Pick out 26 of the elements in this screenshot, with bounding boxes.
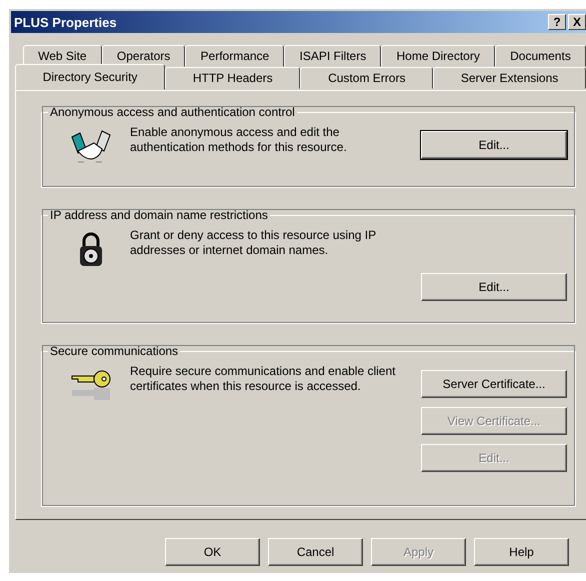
tab[interactable]: Home Directory xyxy=(381,45,495,67)
tab[interactable]: ISAPI Filters xyxy=(284,45,382,67)
dialog-button[interactable]: OK xyxy=(165,538,260,566)
tab[interactable]: Directory Security xyxy=(15,64,166,90)
help-button[interactable]: ? xyxy=(548,14,566,30)
window-title: PLUS Properties xyxy=(14,14,117,30)
tab[interactable]: Documents xyxy=(494,45,586,67)
group-title: Secure communications xyxy=(49,344,180,358)
handshake-icon xyxy=(70,129,112,165)
action-button[interactable]: Edit... xyxy=(421,131,567,159)
dialog-button[interactable]: Help xyxy=(474,538,569,566)
tab[interactable]: Performance xyxy=(185,45,284,67)
close-button[interactable]: X xyxy=(568,14,586,30)
group-title: IP address and domain name restrictions xyxy=(49,208,269,222)
tab[interactable]: Server Extensions xyxy=(433,67,586,89)
dialog-button[interactable]: Cancel xyxy=(268,538,363,566)
group-title: Anonymous access and authentication control xyxy=(49,105,296,119)
action-button[interactable]: Edit... xyxy=(421,273,567,301)
group-description: Enable anonymous access and edit the authentication methods for this resource. xyxy=(130,125,348,156)
action-button[interactable]: Server Certificate... xyxy=(421,370,567,398)
key-icon xyxy=(70,368,112,402)
group-description: Require secure communications and enable client certificates when this resource is accessed. xyxy=(130,364,396,395)
tab[interactable]: HTTP Headers xyxy=(165,67,300,89)
padlock-icon xyxy=(78,232,104,268)
group-description: Grant or deny access to this resource using IP addresses or internet domain names. xyxy=(130,228,377,259)
tab[interactable]: Custom Errors xyxy=(300,67,434,89)
